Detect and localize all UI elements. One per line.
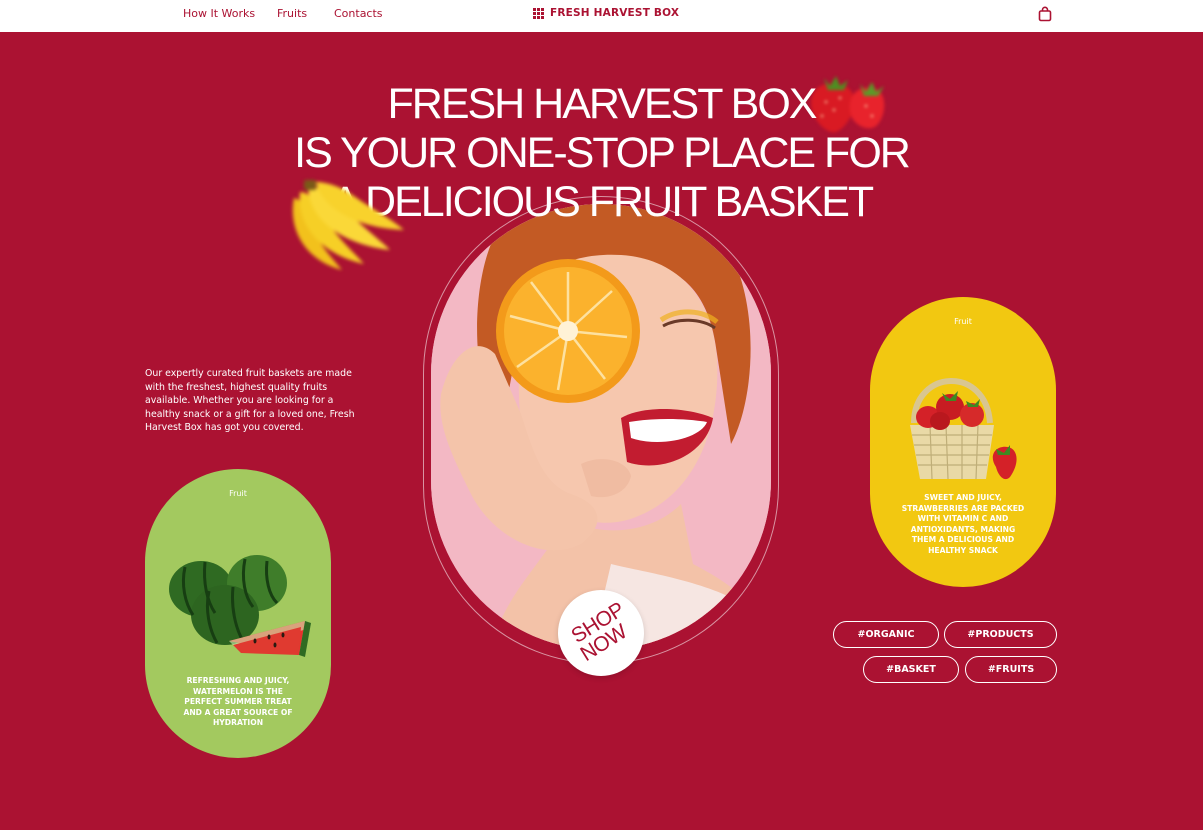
hero-headline: FRESH HARVEST BOX IS YOUR ONE-STOP PLACE… [0,80,1203,227]
top-navigation: How It Works Fruits Contacts FRESH HARVE… [0,0,1203,32]
headline-line-3: A DELICIOUS FRUIT BASKET [330,178,874,226]
shopping-bag-icon[interactable] [1037,6,1053,22]
banana-decoration [286,178,410,282]
card-label: Fruit [229,489,247,498]
strawberry-basket-image [870,359,1056,495]
card-description: REFRESHING AND JUICY, WATERMELON IS THE … [183,676,293,728]
tag-basket[interactable]: #BASKET [863,656,959,683]
grid-icon [533,7,544,19]
tag-products[interactable]: #PRODUCTS [944,621,1057,648]
intro-paragraph: Our expertly curated fruit baskets are m… [145,368,355,434]
shop-now-button[interactable]: SHOP NOW [558,590,644,676]
headline-line-1: FRESH HARVEST BOX [387,80,818,128]
tag-fruits[interactable]: #FRUITS [965,656,1057,683]
watermelon-card[interactable]: Fruit REFRESHING AND JUICY, WATERMELON I… [145,469,331,758]
nav-link-fruits[interactable]: Fruits [277,7,307,20]
headline-line-2: IS YOUR ONE-STOP PLACE FOR [294,129,911,177]
card-description: SWEET AND JUICY, STRAWBERRIES ARE PACKED… [901,493,1025,555]
brand-logo[interactable]: FRESH HARVEST BOX [533,6,679,20]
hero-image [431,204,771,650]
card-label: Fruit [954,317,972,326]
watermelon-image [145,549,331,663]
strawberry-card[interactable]: Fruit SWEET AND JUICY, STRAWBERRIES ARE … [870,297,1056,587]
brand-name: FRESH HARVEST BOX [550,7,680,19]
nav-link-contacts[interactable]: Contacts [334,7,383,20]
nav-link-how-it-works[interactable]: How It Works [183,7,255,20]
tag-organic[interactable]: #ORGANIC [833,621,939,648]
